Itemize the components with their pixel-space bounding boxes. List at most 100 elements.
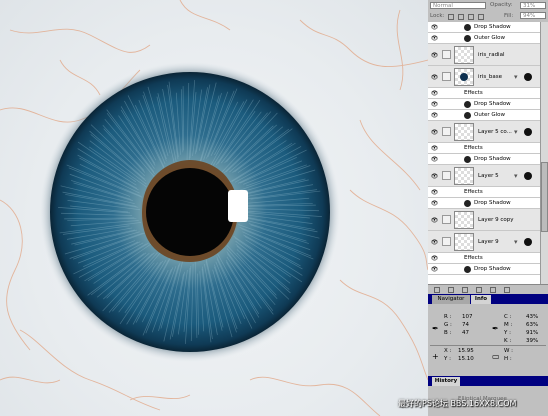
visibility-eye-icon[interactable]: 👁 (430, 51, 439, 60)
visibility-eye-icon[interactable]: 👁 (430, 111, 439, 120)
visibility-eye-icon[interactable]: 👁 (430, 100, 439, 109)
layers-scrollbar[interactable] (540, 22, 548, 284)
lock-label: Lock: (430, 13, 445, 19)
lock-all-checkbox[interactable] (478, 14, 484, 20)
info-c-value: 43% (526, 314, 539, 320)
adjustment-layer-icon[interactable] (476, 287, 482, 293)
tab-info[interactable]: Info (471, 295, 491, 304)
new-set-icon[interactable] (462, 287, 468, 293)
fill-field[interactable]: 94% (520, 12, 546, 19)
visibility-eye-icon[interactable]: 👁 (430, 144, 439, 153)
effect-name: Drop Shadow (474, 200, 511, 206)
link-box-icon[interactable] (442, 171, 451, 180)
link-box-icon[interactable] (442, 215, 451, 224)
layer-name: Layer 9 copy (478, 217, 514, 223)
layer-style-icon[interactable] (524, 172, 532, 180)
effect-name: Outer Glow (474, 35, 506, 41)
tab-navigator[interactable]: Navigator (432, 295, 470, 304)
info-g-value: 74 (462, 322, 469, 328)
info-r-value: 107 (462, 314, 473, 320)
lock-transparent-checkbox[interactable] (448, 14, 454, 20)
effects-label-row[interactable]: 👁 Effects (428, 187, 540, 198)
layer-effects-icon[interactable]: ▾ (514, 73, 518, 81)
navigator-info-titlebar: Navigator Info (428, 294, 548, 304)
info-h-label: H : (504, 356, 512, 362)
visibility-eye-icon[interactable]: 👁 (430, 216, 439, 225)
link-box-icon[interactable] (442, 237, 451, 246)
info-y-value: 91% (526, 330, 539, 336)
layer-row[interactable]: 👁 Layer 5 co... ▾ (428, 121, 540, 143)
effect-row[interactable]: 👁 Drop Shadow (428, 99, 540, 110)
lock-row: Lock: Fill: 94% (428, 11, 548, 21)
lock-position-checkbox[interactable] (468, 14, 474, 20)
visibility-eye-icon[interactable]: 👁 (430, 188, 439, 197)
visibility-eye-icon[interactable]: 👁 (430, 254, 439, 263)
layer-row[interactable]: 👁 iris_radial (428, 44, 540, 66)
add-mask-icon[interactable] (448, 287, 454, 293)
visibility-eye-icon[interactable]: 👁 (430, 155, 439, 164)
layer-effects-icon[interactable]: ▾ (514, 172, 518, 180)
layer-effects-icon[interactable]: ▾ (514, 128, 518, 136)
lock-image-checkbox[interactable] (458, 14, 464, 20)
effect-row[interactable]: 👁 Outer Glow (428, 110, 540, 121)
eyedropper-cmyk-icon: ✒ (492, 324, 499, 333)
effect-row[interactable]: 👁 Drop Shadow (428, 198, 540, 209)
info-g-label: G : (444, 322, 452, 328)
visibility-eye-icon[interactable]: 👁 (430, 128, 439, 137)
tab-history[interactable]: History (432, 377, 460, 386)
visibility-eye-icon[interactable]: 👁 (430, 89, 439, 98)
effect-name: Drop Shadow (474, 24, 511, 30)
selection-size-icon: ▭ (492, 352, 500, 361)
visibility-eye-icon[interactable]: 👁 (430, 265, 439, 274)
opacity-field[interactable]: 31% (520, 2, 546, 9)
add-style-icon[interactable] (434, 287, 440, 293)
effects-label-row[interactable]: 👁 Effects (428, 88, 540, 99)
visibility-eye-icon[interactable]: 👁 (430, 238, 439, 247)
layer-thumbnail (454, 211, 474, 229)
info-y-pos-value: 15.10 (458, 356, 474, 362)
layers-list[interactable]: 👁 Drop Shadow 👁 Outer Glow 👁 iris_radial 👁 iris… (428, 22, 548, 284)
visibility-eye-icon[interactable]: 👁 (430, 23, 439, 32)
info-y-pos-label: Y : (444, 356, 451, 362)
opacity-label: Opacity: (490, 2, 513, 8)
info-b-value: 47 (462, 330, 469, 336)
info-k-label: K : (504, 338, 512, 344)
layer-row[interactable]: 👁 Layer 9 ▾ (428, 231, 540, 253)
document-canvas[interactable] (0, 0, 428, 416)
new-layer-icon[interactable] (490, 287, 496, 293)
effect-row[interactable]: 👁 Outer Glow (428, 33, 540, 44)
effect-name: Drop Shadow (474, 266, 511, 272)
scrollbar-thumb[interactable] (541, 162, 548, 232)
link-box-icon[interactable] (442, 50, 451, 59)
visibility-eye-icon[interactable]: 👁 (430, 73, 439, 82)
layer-effects-icon[interactable]: ▾ (514, 238, 518, 246)
effect-icon (464, 35, 471, 42)
layer-style-icon[interactable] (524, 238, 532, 246)
effect-icon (464, 200, 471, 207)
layer-style-icon[interactable] (524, 73, 532, 81)
effect-icon (464, 24, 471, 31)
link-box-icon[interactable] (442, 72, 451, 81)
visibility-eye-icon[interactable]: 👁 (430, 199, 439, 208)
blend-mode-select[interactable]: Normal (430, 2, 486, 9)
link-box-icon[interactable] (442, 127, 451, 136)
layer-row[interactable]: 👁 Layer 9 copy (428, 209, 540, 231)
effects-label-row[interactable]: 👁 Effects (428, 253, 540, 264)
layer-name: Layer 5 (478, 173, 499, 179)
layer-style-icon[interactable] (524, 128, 532, 136)
effect-row[interactable]: 👁 Drop Shadow (428, 154, 540, 165)
layer-row[interactable]: 👁 Layer 5 ▾ (428, 165, 540, 187)
effects-label-row[interactable]: 👁 Effects (428, 143, 540, 154)
info-panel: ✒ R : 107 G : 74 B : 47 ✒ C : 43% M : 63… (428, 304, 548, 366)
visibility-eye-icon[interactable]: 👁 (430, 34, 439, 43)
info-w-label: W : (504, 348, 514, 354)
effects-label: Effects (464, 255, 483, 261)
fill-label: Fill: (504, 13, 514, 19)
trash-icon[interactable] (504, 287, 510, 293)
info-y-label: Y : (504, 330, 511, 336)
effect-row[interactable]: 👁 Drop Shadow (428, 22, 540, 33)
effect-row[interactable]: 👁 Drop Shadow (428, 264, 540, 275)
layer-row[interactable]: 👁 iris_base ▾ (428, 66, 540, 88)
effect-icon (464, 112, 471, 119)
visibility-eye-icon[interactable]: 👁 (430, 172, 439, 181)
